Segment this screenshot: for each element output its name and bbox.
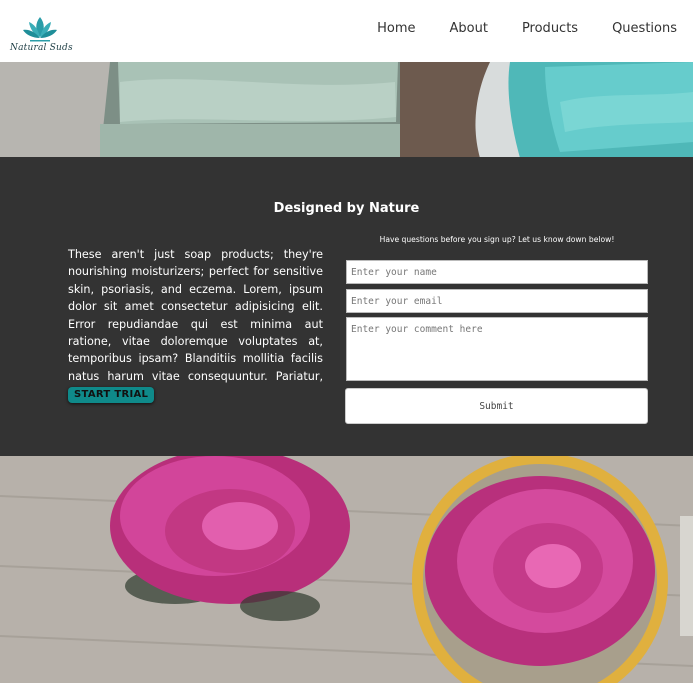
nav-products[interactable]: Products	[522, 21, 578, 37]
site-header: Natural Suds Home About Products Questio…	[0, 0, 693, 62]
intro-paragraph: These aren't just soap products; they're…	[68, 248, 323, 400]
soap-banner-image	[0, 62, 693, 158]
nav-about[interactable]: About	[450, 21, 488, 37]
flowers-banner-image	[0, 456, 693, 683]
submit-button[interactable]: Submit	[345, 388, 648, 424]
logo-text: Natural Suds	[10, 43, 73, 53]
form-note: Have questions before you sign up? Let u…	[379, 235, 615, 244]
lotus-icon	[23, 17, 57, 42]
nav-questions[interactable]: Questions	[612, 21, 677, 37]
email-field[interactable]	[346, 289, 648, 313]
main-nav: Home About Products Questions	[343, 21, 677, 37]
logo[interactable]: Natural Suds	[10, 15, 73, 57]
name-field[interactable]	[346, 260, 648, 284]
designed-by-nature-section: Designed by Nature These aren't just soa…	[0, 157, 693, 456]
nav-home[interactable]: Home	[377, 21, 415, 37]
start-trial-button[interactable]: START TRIAL	[68, 387, 155, 403]
section-title: Designed by Nature	[273, 201, 420, 216]
comment-field[interactable]	[346, 317, 648, 381]
